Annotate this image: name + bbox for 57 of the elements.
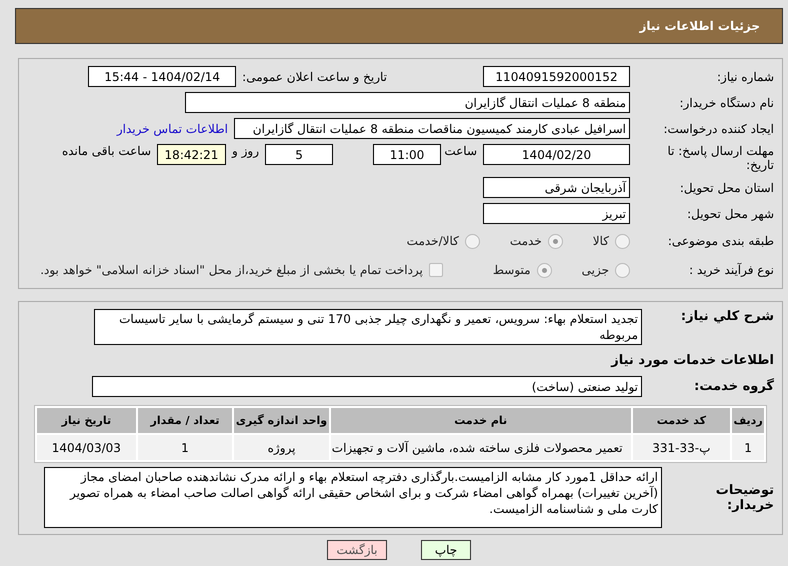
page-header: جزئیات اطلاعات نیاز [15, 8, 783, 44]
table-cell: 1404/03/03 [37, 435, 136, 460]
deadline-time-field: 11:00 [373, 144, 441, 165]
radio-label: کالا/خدمت [406, 234, 459, 248]
field-label: ایجاد کننده درخواست: [662, 122, 774, 136]
remaining-time-field: 18:42:21 [157, 144, 226, 165]
print-button[interactable]: چاپ [421, 540, 471, 560]
buyer-notes-field: ارائه حداقل 1مورد کار مشابه الزامیست.بارگذاری دفترچه استعلام بهاء و ارائه مدرک نشاندهنده صاحبان امضای مجاز (آخرین تغییرات) بهمراه گواهی امضاء شرکت و برای اشخاص حقیقی ارائه گواهی اصالت صاحب امضاء به همراه تصویر کارت ملی و شناسنامه الزامیست. [44, 467, 662, 528]
back-button[interactable]: بازگشت [327, 540, 387, 560]
field-label: مهلت ارسال پاسخ: تا تاریخ: [666, 144, 774, 172]
field-label: توضیحات خریدار: [714, 482, 774, 512]
days-field: 5 [265, 144, 333, 165]
field-label: شماره نیاز: [716, 70, 774, 84]
radio-label: خدمت [510, 234, 542, 248]
radio-button[interactable] [615, 234, 630, 248]
radio-label: متوسط [492, 263, 531, 277]
need-number-field: 1104091592000152 [483, 66, 630, 87]
buyer-field: منطقه 8 عملیات انتقال گازایران [185, 92, 630, 113]
deadline-date-field: 1404/02/20 [483, 144, 630, 165]
announce-date-field: 1404/02/14 - 15:44 [88, 66, 236, 87]
buyer-contact-link[interactable]: اطلاعات تماس خریدار [116, 122, 228, 136]
province-field: آذربایجان شرقی [483, 177, 630, 198]
field-label: نام دستگاه خریدار: [678, 96, 774, 110]
column-header: ردیف [732, 408, 764, 433]
table-cell: 1 [732, 435, 764, 460]
checkbox-label: پرداخت تمام یا بخشی از مبلغ خرید،از محل "اسناد خزانه اسلامی" خواهد بود. [40, 263, 423, 277]
column-header: تعداد / مقدار [138, 408, 232, 433]
radio-button[interactable] [536, 262, 552, 278]
field-label: نوع فرآیند خرید : [688, 263, 774, 277]
radio-button[interactable] [548, 234, 563, 248]
radio-label: کالا [592, 234, 609, 248]
table-cell: پروژه [234, 435, 329, 460]
radio-label: جزیی [582, 263, 609, 277]
column-header: تاریخ نیاز [37, 408, 136, 433]
creator-field: اسرافیل عبادی کارمند کمیسیون مناقصات منطقه 8 عملیات انتقال گازایران [234, 118, 630, 139]
column-header: کد خدمت [632, 408, 730, 433]
remaining-label: ساعت باقی مانده [62, 144, 151, 158]
radio-button[interactable] [464, 234, 480, 248]
column-header: واحد اندازه گیری [234, 408, 329, 433]
table-cell: تعمیر محصولات فلزی ساخته شده، ماشین آلات و تجهیزات [330, 435, 631, 460]
city-field: تبریز [483, 203, 630, 224]
field-label: گروه خدمت: [693, 379, 774, 394]
field-label: شرح کلي نياز: [680, 309, 774, 324]
radio-button[interactable] [615, 262, 630, 278]
table-cell: 1 [138, 435, 232, 460]
field-label: تاریخ و ساعت اعلان عمومی: [242, 70, 387, 84]
description-field: تجدید استعلام بهاء: سرویس، تعمیر و نگهداری چیلر جذبی 170 تنی و سیستم گرمایشی با سایر تاسیسات مربوطه [94, 309, 642, 345]
checkbox[interactable] [428, 263, 443, 277]
service-group-field: تولید صنعتی (ساخت) [92, 376, 642, 397]
field-label: استان محل تحویل: [678, 180, 774, 194]
section-heading: اطلاعات خدمات مورد نیاز [610, 352, 774, 370]
field-label: طبقه بندی موضوعی: [666, 234, 774, 248]
days-label: روز و [232, 144, 259, 158]
field-label: شهر محل تحویل: [686, 206, 774, 220]
column-header: نام خدمت [330, 408, 631, 433]
time-label: ساعت [447, 144, 477, 158]
table-cell: پ-33-331 [632, 435, 730, 460]
